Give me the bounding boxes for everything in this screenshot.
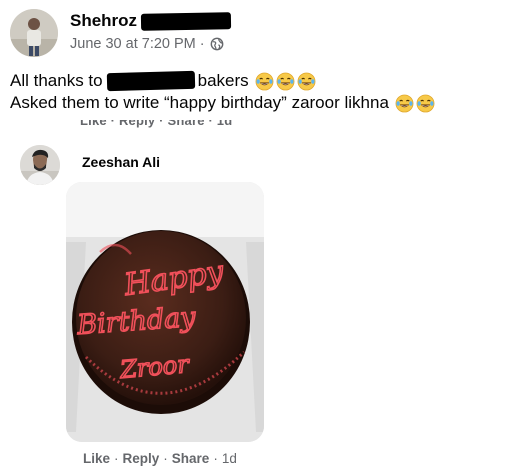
post-author-name[interactable]: Shehroz [70,11,137,31]
redacted-bakery-name [106,70,195,92]
like-button[interactable]: Like [83,451,110,466]
comment-author-avatar[interactable] [20,145,60,185]
post-author-avatar[interactable] [10,9,58,57]
previous-comment-actions-text: Like · Reply · Share · 1d [80,120,233,128]
post-line-1-prefix: All thanks to [10,71,103,90]
share-button[interactable]: Share [172,451,210,466]
comment-photo[interactable]: Happy Birthday Zroor [66,182,264,442]
post-author-row: Shehroz [70,10,232,32]
emoji-group [393,94,435,113]
cake-photo-icon: Happy Birthday Zroor [66,182,264,442]
post-line-1-suffix: bakers [197,71,249,90]
post-line-1: All thanks to bakers [10,70,435,92]
face-with-tears-of-joy-icon [276,72,295,91]
face-with-tears-of-joy-icon [395,94,414,113]
globe-icon[interactable] [210,37,224,51]
post-line-2-text: Asked them to write “happy birthday” zar… [10,93,389,112]
comment-timestamp[interactable]: 1d [222,451,237,466]
previous-comment-actions: Like · Reply · Share · 1d [80,120,232,132]
post-body: All thanks to bakers Asked them to write… [10,70,435,114]
action-separator: · [213,451,218,466]
post-line-2: Asked them to write “happy birthday” zar… [10,92,435,114]
comment-author-name[interactable]: Zeeshan Ali [82,154,160,170]
face-with-tears-of-joy-icon [255,72,274,91]
action-separator: · [163,451,168,466]
action-separator: · [114,451,119,466]
meta-separator: · [199,36,205,52]
post-meta: June 30 at 7:20 PM · [70,36,224,52]
emoji-group [253,72,316,91]
reply-button[interactable]: Reply [123,451,160,466]
comment-actions: Like · Reply · Share · 1d [83,451,237,466]
post-timestamp[interactable]: June 30 at 7:20 PM [70,36,196,52]
redacted-surname [140,11,232,31]
face-with-tears-of-joy-icon [416,94,435,113]
face-with-tears-of-joy-icon [297,72,316,91]
